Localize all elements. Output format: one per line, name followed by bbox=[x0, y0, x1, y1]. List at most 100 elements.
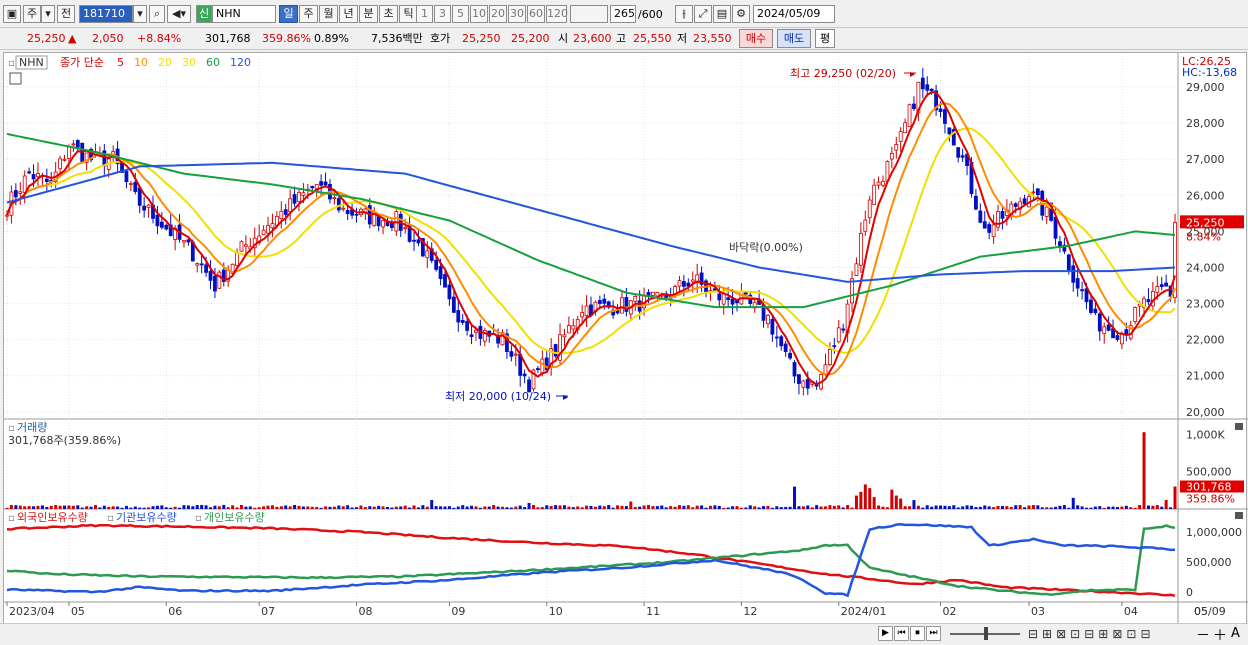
candle-body bbox=[907, 104, 912, 127]
period-dropdown-icon[interactable]: ▾ bbox=[41, 5, 55, 23]
volume-bar bbox=[76, 505, 80, 509]
volume-bar bbox=[293, 504, 297, 509]
interval-button-0[interactable]: 일 bbox=[279, 5, 298, 23]
layout-icon[interactable]: ▣ bbox=[3, 5, 21, 23]
minute-button-10[interactable]: 10 bbox=[470, 5, 488, 23]
candle-type-icon[interactable]: ⫲ bbox=[675, 5, 693, 23]
candle-body bbox=[75, 140, 80, 148]
volume-bar bbox=[390, 507, 394, 509]
legend-ma-20: 20 bbox=[158, 56, 172, 69]
volume-bar bbox=[443, 506, 447, 509]
sell-button[interactable]: 매도 bbox=[777, 29, 811, 48]
date-input[interactable]: 2024/05/09 bbox=[753, 5, 835, 23]
prev-button[interactable]: 전 bbox=[57, 5, 75, 23]
change-percent: +8.84% bbox=[137, 32, 182, 45]
candle-body bbox=[978, 210, 983, 223]
volume-bar bbox=[1080, 506, 1084, 509]
volume-bar bbox=[642, 505, 646, 509]
volume-bar bbox=[1124, 505, 1128, 509]
trade-amount: 7,536백만 bbox=[371, 32, 423, 45]
interval-button-4[interactable]: 분 bbox=[359, 5, 378, 23]
volume-bar bbox=[877, 505, 881, 509]
first-icon[interactable]: ⏮ bbox=[894, 626, 909, 641]
minute-button-5[interactable]: 5 bbox=[452, 5, 469, 23]
speaker-icon[interactable]: ◀▾ bbox=[167, 5, 191, 23]
interval-button-1[interactable]: 주 bbox=[299, 5, 318, 23]
volume-bar bbox=[447, 506, 451, 509]
zoom-out-icon[interactable]: － bbox=[1196, 625, 1210, 645]
tool-icons[interactable]: ⊟⊞⊠⊡⊟⊞⊠⊡⊟ bbox=[1028, 627, 1155, 641]
candle-body bbox=[1000, 211, 1005, 219]
minute-button-30[interactable]: 30 bbox=[508, 5, 526, 23]
candle-body bbox=[633, 296, 638, 302]
price-tick-label: 21,000 bbox=[1186, 370, 1225, 383]
volume-bar bbox=[350, 507, 354, 509]
max-annotation: 최고 29,250 (02/20) bbox=[790, 67, 896, 80]
candle-body bbox=[1080, 289, 1084, 292]
x-tick-label: 08 bbox=[359, 605, 373, 618]
interval-button-3[interactable]: 년 bbox=[339, 5, 358, 23]
zoom-slider-handle[interactable] bbox=[984, 627, 988, 640]
volume-bar bbox=[116, 506, 120, 509]
interval-button-5[interactable]: 초 bbox=[379, 5, 398, 23]
holding-legend-2: 개인보유수량 bbox=[204, 511, 265, 524]
candle-body bbox=[186, 239, 191, 243]
candle-body bbox=[867, 199, 872, 219]
volume-bar bbox=[961, 506, 965, 509]
minute-button-20[interactable]: 20 bbox=[489, 5, 507, 23]
candle-body bbox=[602, 298, 607, 304]
volume-bar bbox=[664, 507, 668, 509]
stock-code-input[interactable]: 181710 bbox=[79, 5, 133, 23]
candle-body bbox=[960, 155, 965, 158]
stock-name-field[interactable]: NHN bbox=[212, 5, 276, 23]
minute-button-60[interactable]: 60 bbox=[527, 5, 545, 23]
minute-button-120[interactable]: 120 bbox=[546, 5, 568, 23]
candle-body bbox=[566, 325, 571, 334]
zoom-in-icon[interactable]: ＋ bbox=[1213, 625, 1227, 645]
search-icon[interactable]: ⌕ bbox=[149, 5, 165, 23]
volume-bar bbox=[1169, 507, 1173, 509]
count-input[interactable]: 265 bbox=[610, 5, 636, 23]
volume-bar bbox=[1023, 507, 1027, 509]
candle-body bbox=[912, 103, 916, 109]
volume-bar bbox=[700, 505, 704, 509]
last-icon[interactable]: ⏭ bbox=[926, 626, 941, 641]
a-label[interactable]: A bbox=[1231, 626, 1240, 641]
interval-button-2[interactable]: 월 bbox=[319, 5, 338, 23]
candle-body bbox=[142, 205, 147, 211]
volume-bar bbox=[952, 505, 956, 509]
volume-bar bbox=[868, 488, 872, 509]
candle-body bbox=[770, 319, 775, 335]
minute-button-3[interactable]: 3 bbox=[434, 5, 451, 23]
stop-icon[interactable]: ⏹ bbox=[910, 626, 925, 641]
volume-bar bbox=[753, 506, 757, 509]
gear-icon[interactable]: ⚙ bbox=[732, 5, 750, 23]
toolbar: ▣ 주 ▾ 전 181710 ▾ ⌕ ◀▾ 신 NHN 265 /600 ⫲ ⤢… bbox=[0, 0, 1248, 28]
x-tick-label: 07 bbox=[261, 605, 275, 618]
volume-bar bbox=[1071, 497, 1075, 509]
volume-bar bbox=[832, 505, 836, 509]
volume-bar bbox=[726, 507, 730, 509]
code-dropdown-icon[interactable]: ▾ bbox=[133, 5, 147, 23]
draw-tool-icon[interactable]: ⤢ bbox=[694, 5, 712, 23]
eval-button[interactable]: 평 bbox=[815, 29, 835, 48]
volume-bar bbox=[1129, 507, 1133, 509]
minute-button-1[interactable]: 1 bbox=[416, 5, 433, 23]
volume-bar bbox=[925, 505, 929, 509]
candle-body bbox=[929, 88, 934, 92]
volume-bar bbox=[217, 506, 221, 509]
volume-bar bbox=[801, 506, 805, 509]
candle-body bbox=[208, 270, 213, 281]
period-week-button[interactable]: 주 bbox=[23, 5, 41, 23]
save-icon[interactable]: ▤ bbox=[713, 5, 731, 23]
minute-select[interactable] bbox=[570, 5, 608, 23]
volume-bar bbox=[173, 506, 177, 509]
volume-bar bbox=[164, 507, 168, 509]
candle-body bbox=[620, 297, 624, 314]
volume-percent: 359.86% bbox=[262, 32, 311, 45]
x-tick-label: 06 bbox=[168, 605, 182, 618]
buy-button[interactable]: 매수 bbox=[739, 29, 773, 48]
play-icon[interactable]: ▶ bbox=[878, 626, 893, 641]
volume-bar bbox=[270, 505, 274, 509]
volume-bar bbox=[209, 507, 213, 509]
